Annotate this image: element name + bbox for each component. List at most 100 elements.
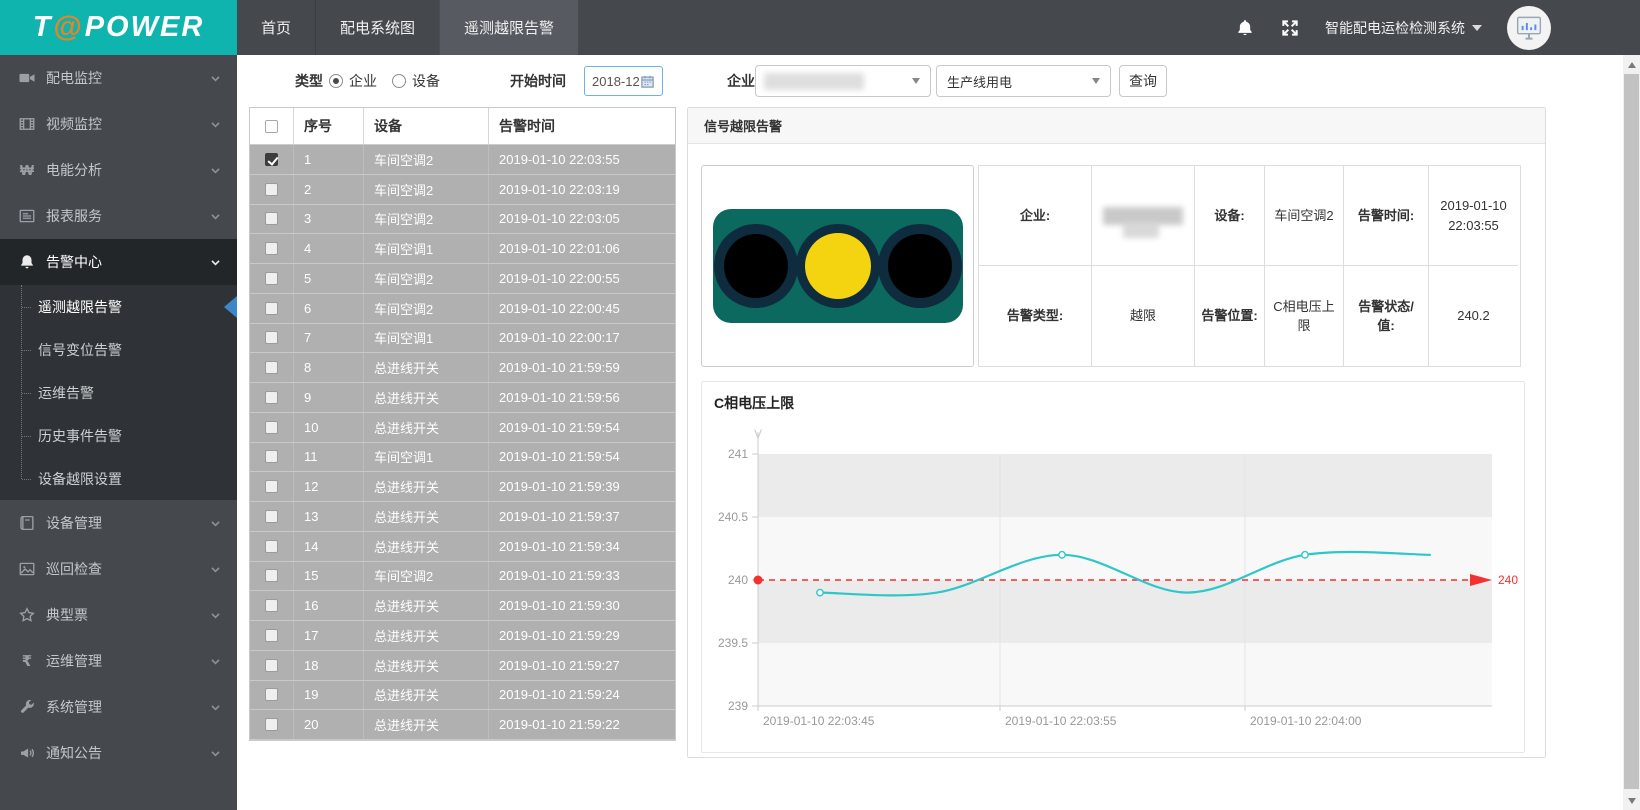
row-checkbox[interactable] — [265, 599, 278, 612]
alarm-row-1[interactable]: 1车间空调22019-01-10 22:03:55 — [250, 145, 675, 175]
chevron-down-icon — [209, 747, 222, 760]
row-checkbox[interactable] — [265, 569, 278, 582]
row-checkbox[interactable] — [265, 629, 278, 642]
row-checkbox[interactable] — [265, 391, 278, 404]
nav-tab-distribution-diagram[interactable]: 配电系统图 — [315, 0, 439, 55]
row-checkbox[interactable] — [265, 421, 278, 434]
alarm-row-7[interactable]: 7车间空调12019-01-10 22:00:17 — [250, 324, 675, 354]
row-checkbox[interactable] — [265, 242, 278, 255]
sidebar-item-ops-mgmt[interactable]: ₹运维管理 — [0, 638, 237, 684]
row-checkbox[interactable] — [265, 540, 278, 553]
notifications-bell-icon[interactable] — [1235, 18, 1255, 38]
alarm-row-12[interactable]: 12总进线开关2019-01-10 21:59:39 — [250, 472, 675, 502]
sidebar-item-patrol-inspection[interactable]: 巡回检查 — [0, 546, 237, 592]
alarm-row-9[interactable]: 9总进线开关2019-01-10 21:59:56 — [250, 383, 675, 413]
radio-unselected-icon[interactable] — [392, 74, 406, 88]
alarm-table-body: 1车间空调22019-01-10 22:03:552车间空调22019-01-1… — [250, 145, 675, 740]
alarm-row-5[interactable]: 5车间空调22019-01-10 22:00:55 — [250, 264, 675, 294]
row-checkbox[interactable] — [265, 718, 278, 731]
alarm-row-16[interactable]: 16总进线开关2019-01-10 21:59:30 — [250, 591, 675, 621]
query-button[interactable]: 查询 — [1119, 65, 1167, 97]
alarm-row-3[interactable]: 3车间空调22019-01-10 22:03:05 — [250, 205, 675, 235]
scrollbar-up-button[interactable] — [1623, 56, 1640, 73]
cell-alarm-time: 2019-01-10 22:03:19 — [489, 175, 675, 204]
sidebar-item-energy-analysis[interactable]: ₩电能分析 — [0, 147, 237, 193]
chevron-down-icon — [209, 72, 222, 85]
cell-no: 13 — [294, 502, 364, 531]
cell-device: 车间空调2 — [364, 205, 489, 234]
row-checkbox[interactable] — [265, 272, 278, 285]
alarm-row-2[interactable]: 2车间空调22019-01-10 22:03:19 — [250, 175, 675, 205]
megaphone-icon — [17, 743, 37, 763]
row-checkbox-cell — [250, 710, 294, 739]
scrollbar-thumb[interactable] — [1624, 74, 1639, 789]
sidebar-subitem-signal-change-alarm[interactable]: 信号变位告警 — [0, 328, 237, 371]
row-checkbox[interactable] — [265, 510, 278, 523]
sidebar-subitem-ops-alarm[interactable]: 运维告警 — [0, 371, 237, 414]
sidebar-subitem-history-event-alarm[interactable]: 历史事件告警 — [0, 414, 237, 457]
sidebar-item-video-monitor[interactable]: 视频监控 — [0, 101, 237, 147]
sidebar-item-report-service[interactable]: 报表服务 — [0, 193, 237, 239]
type-radio-group: 企业设备 — [329, 55, 440, 107]
row-checkbox[interactable] — [265, 688, 278, 701]
avatar[interactable] — [1507, 6, 1551, 50]
alarm-row-19[interactable]: 19总进线开关2019-01-10 21:59:24 — [250, 681, 675, 711]
alarm-row-4[interactable]: 4车间空调12019-01-10 22:01:06 — [250, 234, 675, 264]
topower-logo: T@POWER — [0, 0, 237, 55]
nav-tab-home[interactable]: 首页 — [237, 0, 315, 55]
cell-alarm-time: 2019-01-10 22:00:45 — [489, 294, 675, 323]
sidebar-item-label: 典型票 — [46, 605, 209, 625]
sidebar-item-notice[interactable]: 通知公告 — [0, 730, 237, 776]
start-time-field[interactable] — [584, 66, 663, 96]
usage-select-value: 生产线用电 — [947, 72, 1012, 91]
sidebar-item-system-mgmt[interactable]: 系统管理 — [0, 684, 237, 730]
sidebar-subitem-telemetry-limit-alarm[interactable]: 遥测越限告警 — [0, 285, 237, 328]
select-all-checkbox[interactable] — [265, 120, 278, 133]
alarm-row-8[interactable]: 8总进线开关2019-01-10 21:59:59 — [250, 353, 675, 383]
calendar-icon[interactable] — [640, 74, 655, 89]
row-checkbox[interactable] — [265, 183, 278, 196]
chevron-down-icon — [209, 609, 222, 622]
cell-no: 2 — [294, 175, 364, 204]
row-checkbox[interactable] — [265, 480, 278, 493]
type-radio-option-0[interactable]: 企业 — [329, 71, 377, 91]
sidebar-item-distribution-monitor[interactable]: 配电监控 — [0, 55, 237, 101]
scrollbar-down-button[interactable] — [1623, 792, 1640, 809]
alarm-row-14[interactable]: 14总进线开关2019-01-10 21:59:34 — [250, 532, 675, 562]
row-checkbox[interactable] — [265, 331, 278, 344]
alarm-row-18[interactable]: 18总进线开关2019-01-10 21:59:27 — [250, 651, 675, 681]
row-checkbox[interactable] — [265, 659, 278, 672]
cell-alarm-time: 2019-01-10 21:59:56 — [489, 383, 675, 412]
sidebar-item-typical-ticket[interactable]: 典型票 — [0, 592, 237, 638]
fullscreen-icon[interactable] — [1280, 18, 1300, 38]
alarm-row-13[interactable]: 13总进线开关2019-01-10 21:59:37 — [250, 502, 675, 532]
row-checkbox[interactable] — [265, 302, 278, 315]
row-checkbox-cell — [250, 502, 294, 531]
alarm-row-17[interactable]: 17总进线开关2019-01-10 21:59:29 — [250, 621, 675, 651]
select-caret-icon — [912, 78, 920, 84]
sidebar-item-device-mgmt[interactable]: 设备管理 — [0, 500, 237, 546]
type-radio-option-1[interactable]: 设备 — [392, 71, 440, 91]
alarm-row-6[interactable]: 6车间空调22019-01-10 22:00:45 — [250, 294, 675, 324]
nav-tab-telemetry-limit-alarm[interactable]: 遥测越限告警 — [439, 0, 578, 55]
row-checkbox[interactable] — [265, 361, 278, 374]
alarm-row-15[interactable]: 15车间空调22019-01-10 21:59:33 — [250, 562, 675, 592]
alarm-row-20[interactable]: 20总进线开关2019-01-10 21:59:22 — [250, 710, 675, 740]
alarm-row-10[interactable]: 10总进线开关2019-01-10 21:59:54 — [250, 413, 675, 443]
header-cell: 序号 — [294, 108, 364, 144]
panel-title: 信号越限告警 — [704, 116, 782, 135]
sidebar-item-alarm-center[interactable]: 告警中心 — [0, 239, 237, 285]
row-checkbox-cell — [250, 294, 294, 323]
sidebar-subitem-device-limit-setting[interactable]: 设备越限设置 — [0, 457, 237, 500]
usage-select[interactable]: 生产线用电 — [936, 65, 1111, 97]
start-time-input[interactable] — [592, 74, 640, 89]
row-checkbox[interactable] — [265, 153, 278, 166]
system-menu[interactable]: 智能配电运检检测系统 — [1325, 18, 1482, 38]
alarm-row-11[interactable]: 11车间空调12019-01-10 21:59:54 — [250, 443, 675, 473]
row-checkbox[interactable] — [265, 450, 278, 463]
row-checkbox-cell — [250, 591, 294, 620]
row-checkbox[interactable] — [265, 212, 278, 225]
enterprise-select[interactable] — [755, 65, 931, 97]
radio-selected-icon[interactable] — [329, 74, 343, 88]
cell-alarm-time: 2019-01-10 21:59:54 — [489, 443, 675, 472]
